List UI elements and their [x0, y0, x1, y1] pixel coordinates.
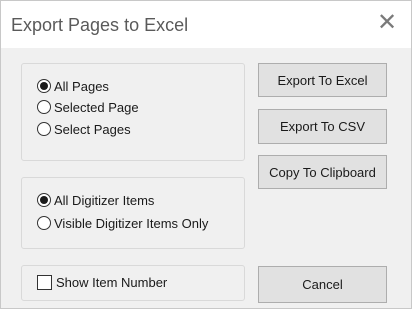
window-title: Export Pages to Excel	[11, 15, 189, 35]
copy-to-clipboard-button[interactable]: Copy To Clipboard	[258, 155, 387, 189]
radio-visible-digitizer-items-indicator[interactable]	[37, 216, 51, 230]
radio-all-digitizer-items-indicator[interactable]	[37, 193, 51, 207]
export-to-excel-button[interactable]: Export To Excel	[258, 63, 387, 97]
show-item-number-box[interactable]	[37, 274, 52, 290]
radio-all-pages[interactable]: All Pages	[37, 76, 109, 96]
radio-all-pages-label: All Pages	[54, 78, 109, 94]
export-to-csv-button[interactable]: Export To CSV	[258, 109, 387, 144]
radio-select-pages-label: Select Pages	[54, 121, 131, 137]
radio-all-digitizer-items[interactable]: All Digitizer Items	[37, 190, 154, 210]
radio-all-pages-indicator[interactable]	[37, 79, 51, 93]
close-icon[interactable]: ✕	[375, 11, 399, 35]
radio-selected-page[interactable]: Selected Page	[37, 97, 139, 117]
show-item-number-checkbox[interactable]: Show Item Number	[37, 272, 167, 292]
show-item-number-label: Show Item Number	[56, 274, 168, 290]
export-dialog: Export Pages to Excel ✕ All Pages Select…	[0, 0, 412, 309]
radio-selected-page-label: Selected Page	[54, 99, 139, 115]
radio-selected-page-indicator[interactable]	[37, 100, 51, 114]
radio-select-pages-indicator[interactable]	[37, 122, 51, 136]
title-bar: Export Pages to Excel ✕	[1, 1, 411, 48]
radio-select-pages[interactable]: Select Pages	[37, 119, 131, 139]
cancel-button[interactable]: Cancel	[258, 266, 387, 303]
radio-visible-digitizer-items-label: Visible Digitizer Items Only	[54, 215, 209, 231]
radio-all-digitizer-items-label: All Digitizer Items	[54, 192, 155, 208]
radio-visible-digitizer-items[interactable]: Visible Digitizer Items Only	[37, 213, 208, 233]
